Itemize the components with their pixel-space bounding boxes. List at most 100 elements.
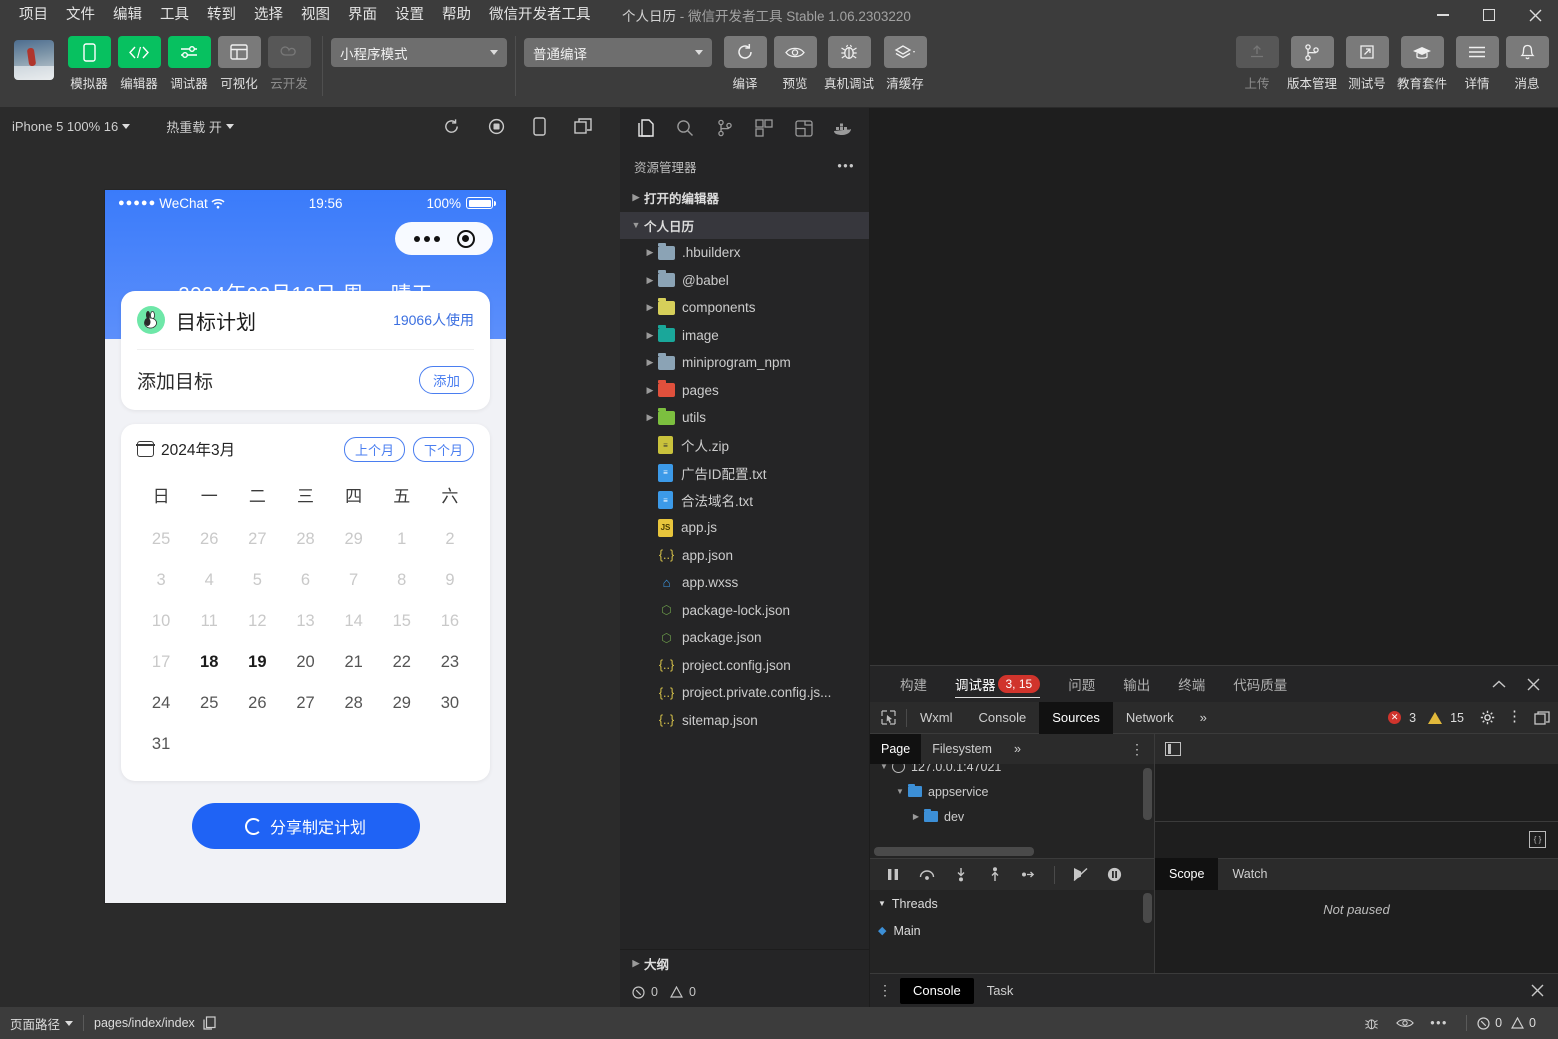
tree-folder-row[interactable]: ▶miniprogram_npm (620, 349, 869, 377)
debugger-tab-network[interactable]: Network (1113, 702, 1187, 734)
calendar-day[interactable]: 19 (233, 642, 281, 683)
devtools-tab-debugger[interactable]: 调试器 3, 15 (941, 666, 1054, 702)
status-problem-counts[interactable]: 0 0 (1477, 1016, 1536, 1030)
devtools-tab-output[interactable]: 输出 (1109, 666, 1164, 702)
sources-tree-row[interactable]: ▶dev (870, 804, 1154, 829)
tree-file-row[interactable]: ≡广告ID配置.txt (620, 459, 869, 487)
sources-subtab-page[interactable]: Page (870, 734, 921, 764)
calendar-day[interactable]: 13 (281, 601, 329, 642)
step-over-icon[interactable] (912, 862, 942, 888)
threads-vertical-scrollbar[interactable] (1143, 893, 1152, 923)
menu-item-select[interactable]: 选择 (245, 4, 292, 27)
refresh-icon[interactable] (443, 118, 460, 135)
calendar-day[interactable]: 28 (330, 683, 378, 724)
pause-icon[interactable] (878, 862, 908, 888)
minimize-button[interactable] (1420, 0, 1466, 30)
toolbar-button-realdevice[interactable]: 真机调试 (821, 36, 877, 92)
tree-section-project[interactable]: ▼ 个人日历 (620, 212, 869, 240)
calendar-day[interactable]: 27 (233, 519, 281, 560)
tree-folder-row[interactable]: ▶components (620, 294, 869, 322)
calendar-day[interactable]: 31 (137, 724, 185, 765)
devtools-tab-codequality[interactable]: 代码质量 (1219, 666, 1301, 702)
close-button[interactable] (1512, 0, 1558, 30)
toolbar-button-debugger[interactable]: 调试器 (165, 36, 213, 92)
toolbar-button-messages[interactable]: 消息 (1503, 36, 1551, 92)
prev-month-button[interactable]: 上个月 (344, 437, 405, 462)
toolbar-button-education[interactable]: 教育套件 (1393, 36, 1451, 92)
editor-area[interactable] (870, 108, 1558, 665)
calendar-day[interactable]: 1 (378, 519, 426, 560)
console-drawer-close-icon[interactable] (1531, 984, 1558, 997)
tree-file-row[interactable]: {..}app.json (620, 542, 869, 570)
calendar-day[interactable]: 18 (185, 642, 233, 683)
tree-folder-row[interactable]: ▶utils (620, 404, 869, 432)
debugger-kebab-icon[interactable]: ⋮ (1507, 713, 1522, 721)
calendar-day[interactable]: 10 (137, 601, 185, 642)
close-target-icon[interactable] (457, 230, 475, 248)
cloud-storage-icon[interactable] (784, 110, 824, 146)
calendar-day[interactable]: 29 (378, 683, 426, 724)
outline-row[interactable]: ▶ 大纲 (620, 950, 869, 978)
tree-section-open-editors[interactable]: ▶ 打开的编辑器 (620, 184, 869, 212)
detach-icon[interactable] (574, 118, 592, 134)
record-icon[interactable] (488, 118, 505, 135)
calendar-day[interactable]: 16 (426, 601, 474, 642)
menu-item-goto[interactable]: 转到 (198, 4, 245, 27)
tree-file-row[interactable]: ⬡package-lock.json (620, 597, 869, 625)
copy-path-icon[interactable] (203, 1016, 216, 1030)
step-out-icon[interactable] (980, 862, 1010, 888)
source-control-icon[interactable] (705, 110, 745, 146)
sources-subtab-filesystem[interactable]: Filesystem (921, 734, 1003, 764)
debugger-tab-wxml[interactable]: Wxml (907, 702, 966, 734)
calendar-day[interactable]: 5 (233, 560, 281, 601)
collapse-panel-icon[interactable] (1484, 669, 1514, 699)
menu-item-settings[interactable]: 设置 (386, 4, 433, 27)
wechat-capsule[interactable] (395, 222, 493, 255)
user-avatar[interactable] (14, 40, 54, 80)
toolbar-button-version[interactable]: 版本管理 (1283, 36, 1341, 92)
toolbar-button-cloud[interactable]: 云开发 (265, 36, 313, 92)
menu-item-edit[interactable]: 编辑 (104, 4, 151, 27)
calendar-day[interactable]: 23 (426, 642, 474, 683)
calendar-day[interactable]: 29 (330, 519, 378, 560)
sources-vertical-scrollbar[interactable] (1143, 768, 1152, 820)
threads-header[interactable]: ▼ Threads (870, 890, 1154, 917)
calendar-day[interactable]: 15 (378, 601, 426, 642)
sources-tree-row[interactable]: ▼appservice (870, 779, 1154, 804)
calendar-day[interactable]: 30 (426, 683, 474, 724)
toolbar-button-upload[interactable]: 上传 (1233, 36, 1281, 92)
menu-item-file[interactable]: 文件 (57, 4, 104, 27)
calendar-day[interactable]: 17 (137, 642, 185, 683)
tree-file-row[interactable]: {..}sitemap.json (620, 707, 869, 735)
sources-code-area[interactable] (1155, 764, 1558, 822)
sources-horizontal-scrollbar[interactable] (874, 847, 1034, 856)
pretty-print-icon[interactable]: { } (1529, 831, 1546, 848)
menu-item-project[interactable]: 项目 (10, 4, 57, 27)
extensions-icon[interactable] (745, 110, 785, 146)
calendar-day[interactable]: 8 (378, 560, 426, 601)
calendar-day[interactable]: 28 (281, 519, 329, 560)
calendar-day[interactable]: 26 (233, 683, 281, 724)
compile-select[interactable]: 普通编译 (524, 38, 712, 67)
console-kebab-icon[interactable]: ⋮ (870, 986, 900, 994)
calendar-day[interactable]: 22 (378, 642, 426, 683)
tree-file-row[interactable]: ⬡package.json (620, 624, 869, 652)
tree-folder-row[interactable]: ▶.hbuilderx (620, 239, 869, 267)
calendar-day[interactable]: 11 (185, 601, 233, 642)
search-icon[interactable] (666, 110, 706, 146)
deactivate-breakpoints-icon[interactable] (1065, 862, 1095, 888)
toolbar-button-preview[interactable]: 预览 (771, 36, 819, 92)
share-plan-button[interactable]: 分享制定计划 (192, 803, 420, 849)
sources-tree-row[interactable]: ▼127.0.0.1:47021 (870, 764, 1154, 779)
tree-folder-row[interactable]: ▶@babel (620, 267, 869, 295)
step-into-icon[interactable] (946, 862, 976, 888)
docker-icon[interactable] (824, 110, 864, 146)
calendar-day[interactable]: 4 (185, 560, 233, 601)
tree-file-row[interactable]: ≡合法域名.txt (620, 487, 869, 515)
more-dots-icon[interactable] (414, 236, 440, 242)
explorer-problem-counts[interactable]: 0 0 (620, 977, 869, 1007)
sources-file-tree[interactable]: ▼127.0.0.1:47021▼appservice▶dev (870, 764, 1154, 858)
tree-file-row[interactable]: {..}project.config.json (620, 652, 869, 680)
tree-folder-row[interactable]: ▶pages (620, 377, 869, 405)
status-bug-icon[interactable] (1354, 1016, 1388, 1031)
